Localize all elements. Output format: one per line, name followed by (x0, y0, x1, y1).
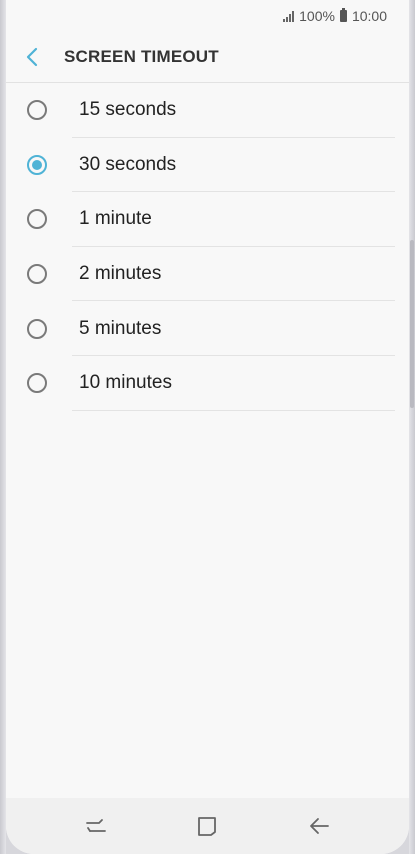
home-icon (198, 817, 217, 836)
radio-button-selected[interactable] (27, 154, 47, 175)
recents-icon (85, 819, 106, 832)
back-arrow-icon (310, 818, 330, 834)
timeout-option[interactable]: 1 minute (6, 192, 409, 247)
screen: 100% 10:00 SCREEN TIMEOUT 15 seconds 30 s… (6, 0, 409, 854)
nav-back-button[interactable] (294, 806, 344, 846)
option-label: 5 minutes (79, 317, 162, 339)
navigation-bar (6, 798, 409, 854)
radio-button[interactable] (27, 100, 47, 121)
option-label: 30 seconds (79, 153, 177, 175)
back-button[interactable] (6, 32, 58, 82)
timeout-options-list: 15 seconds 30 seconds 1 minute 2 minutes 5 m… (6, 83, 409, 411)
chevron-left-icon (26, 47, 38, 67)
timeout-option[interactable]: 2 minutes (6, 247, 409, 302)
timeout-option[interactable]: 30 seconds (6, 138, 409, 193)
recents-button[interactable] (71, 806, 121, 846)
device-frame: 100% 10:00 SCREEN TIMEOUT 15 seconds 30 s… (0, 0, 415, 854)
option-label: 1 minute (79, 208, 152, 230)
page-title: SCREEN TIMEOUT (64, 47, 219, 66)
timeout-option[interactable]: 10 minutes (6, 356, 409, 411)
timeout-option[interactable]: 5 minutes (6, 301, 409, 356)
divider (72, 409, 395, 411)
option-label: 15 seconds (79, 99, 177, 121)
radio-button[interactable] (27, 209, 47, 230)
edge-panel-handle[interactable] (410, 240, 414, 408)
option-label: 2 minutes (79, 263, 162, 285)
radio-button[interactable] (27, 318, 47, 339)
signal-icon (283, 10, 295, 22)
screen-edge-right (409, 0, 415, 854)
clock: 10:00 (351, 8, 387, 24)
home-button[interactable] (182, 806, 232, 846)
battery-icon (339, 8, 347, 22)
status-bar: 100% 10:00 (6, 0, 409, 32)
battery-percentage: 100% (299, 8, 335, 24)
timeout-option[interactable]: 15 seconds (6, 83, 409, 138)
radio-button[interactable] (27, 264, 47, 285)
radio-button[interactable] (27, 373, 47, 394)
option-label: 10 minutes (79, 372, 172, 394)
app-bar: SCREEN TIMEOUT (6, 32, 409, 83)
